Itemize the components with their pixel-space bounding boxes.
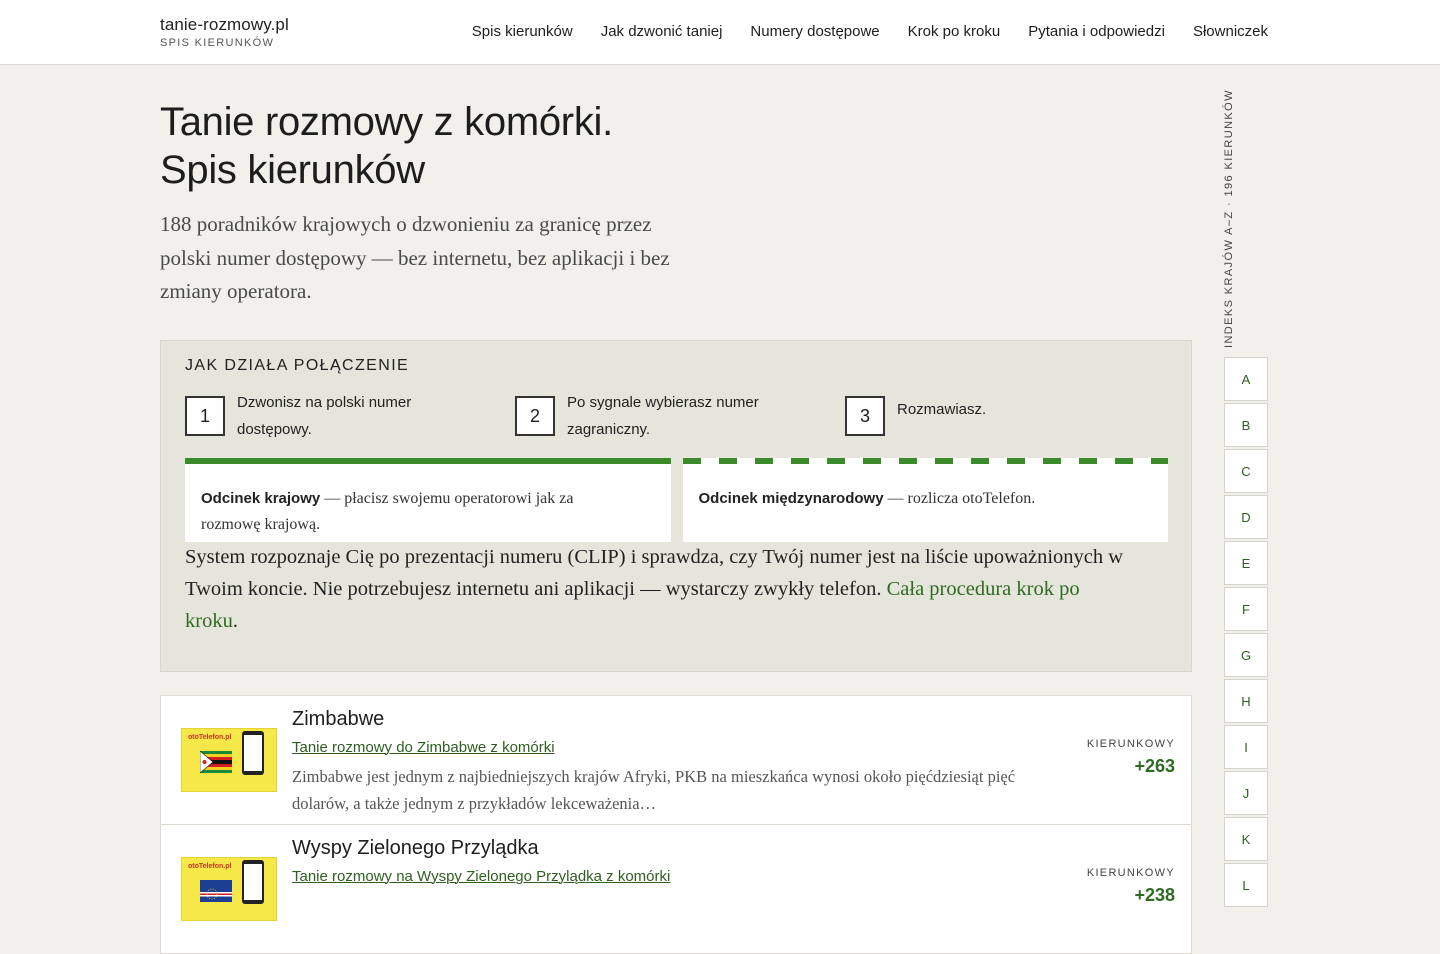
country-index: A B C D E F G H I J K L xyxy=(1224,357,1268,909)
index-letter-g[interactable]: G xyxy=(1224,633,1268,677)
nav-jak-dzwonic-taniej[interactable]: Jak dzwonić taniej xyxy=(601,23,723,40)
country-index-label: INDEKS KRAJÓW A–Z · 196 KIERUNKÓW xyxy=(1223,89,1235,348)
phone-icon xyxy=(242,860,264,904)
how-it-works-box: JAK DZIAŁA POŁĄCZENIE 1 Dzwonisz na pols… xyxy=(160,340,1192,672)
step-2: 2 Po sygnale wybierasz numer zagraniczny… xyxy=(515,389,845,443)
step-number: 1 xyxy=(185,396,225,436)
segment-domestic-title: Odcinek krajowy xyxy=(201,490,321,507)
country-list: otoTelefon.pl Zimbabwe Tanie rozmowy do … xyxy=(160,695,1192,954)
brand-subtitle: SPIS KIERUNKÓW xyxy=(160,37,275,49)
index-letter-c[interactable]: C xyxy=(1224,449,1268,493)
dial-code: +263 xyxy=(1134,756,1175,776)
nav-pytania-i-odpowiedzi[interactable]: Pytania i odpowiedzi xyxy=(1028,23,1165,40)
site-header: tanie-rozmowy.pl SPIS KIERUNKÓW Spis kie… xyxy=(0,0,1440,65)
index-letter-h[interactable]: H xyxy=(1224,679,1268,723)
index-letter-a[interactable]: A xyxy=(1224,357,1268,401)
segment-intl-text: — rozlicza otoTelefon. xyxy=(883,490,1036,507)
country-description: Zimbabwe jest jednym z najbiedniejszych … xyxy=(292,767,1016,813)
country-thumbnail[interactable]: otoTelefon.pl xyxy=(181,728,277,792)
page-title-line1: Tanie rozmowy z komórki. xyxy=(160,100,613,144)
step-number: 2 xyxy=(515,396,555,436)
segment-domestic: Odcinek krajowy — płacisz swojemu operat… xyxy=(185,458,671,542)
nav-slowniczek[interactable]: Słowniczek xyxy=(1193,23,1268,40)
call-segments: Odcinek krajowy — płacisz swojemu operat… xyxy=(185,458,1168,542)
dial-code-block: KIERUNKOWY +263 xyxy=(1087,738,1175,777)
dial-code-label: KIERUNKOWY xyxy=(1086,738,1175,750)
phone-icon xyxy=(242,731,264,775)
country-name: Zimbabwe xyxy=(292,708,385,730)
segment-international: Odcinek międzynarodowy — rozlicza otoTel… xyxy=(682,458,1168,542)
step-text: Rozmawiasz. xyxy=(897,401,987,418)
index-letter-k[interactable]: K xyxy=(1224,817,1268,861)
segment-intl-title: Odcinek międzynarodowy xyxy=(698,490,884,507)
index-letter-b[interactable]: B xyxy=(1224,403,1268,447)
list-item: otoTelefon.pl Zimbabwe Tanie rozmowy do … xyxy=(160,695,1192,825)
index-letter-j[interactable]: J xyxy=(1224,771,1268,815)
country-guide-link[interactable]: Tanie rozmowy na Wyspy Zielonego Przyląd… xyxy=(292,868,670,885)
nav-krok-po-kroku[interactable]: Krok po kroku xyxy=(908,23,1001,40)
country-name: Wyspy Zielonego Przylądka xyxy=(292,837,539,859)
index-letter-e[interactable]: E xyxy=(1224,541,1268,585)
page-title-line2: Spis kierunków xyxy=(160,148,425,192)
index-letter-i[interactable]: I xyxy=(1224,725,1268,769)
how-it-works-heading: JAK DZIAŁA POŁĄCZENIE xyxy=(185,357,410,374)
site-logo[interactable]: tanie-rozmowy.pl SPIS KIERUNKÓW xyxy=(160,15,289,49)
country-thumbnail[interactable]: otoTelefon.pl xyxy=(181,857,277,921)
page-title: Tanie rozmowy z komórki. Spis kierunków xyxy=(160,98,780,194)
step-text: Po sygnale wybierasz numer zagraniczny. xyxy=(567,394,759,438)
step-number: 3 xyxy=(845,396,885,436)
index-letter-l[interactable]: L xyxy=(1224,863,1268,907)
nav-numery-dostepowe[interactable]: Numery dostępowe xyxy=(750,23,879,40)
step-text: Dzwonisz na polski numer dostępowy. xyxy=(237,394,412,438)
dial-code: +238 xyxy=(1134,885,1175,905)
paragraph-end: . xyxy=(232,610,238,632)
dial-code-label: KIERUNKOWY xyxy=(1086,867,1175,879)
zimbabwe-flag-icon xyxy=(200,751,232,773)
nav-spis-kierunkow[interactable]: Spis kierunków xyxy=(472,23,573,40)
main-nav: Spis kierunków Jak dzwonić taniej Numery… xyxy=(472,23,1268,40)
otoTelefon-logo: otoTelefon.pl xyxy=(188,863,232,870)
otoTelefon-logo: otoTelefon.pl xyxy=(188,734,232,741)
index-letter-d[interactable]: D xyxy=(1224,495,1268,539)
country-guide-link[interactable]: Tanie rozmowy do Zimbabwe z komórki xyxy=(292,739,555,756)
index-letter-f[interactable]: F xyxy=(1224,587,1268,631)
cape-verde-flag-icon xyxy=(200,880,232,902)
page-lead: 188 poradników krajowych o dzwonieniu za… xyxy=(160,212,670,303)
step-1: 1 Dzwonisz na polski numer dostępowy. xyxy=(185,389,515,443)
step-3: 3 Rozmawiasz. xyxy=(845,389,1175,443)
steps: 1 Dzwonisz na polski numer dostępowy. 2 … xyxy=(185,389,1175,443)
brand-name: tanie-rozmowy.pl xyxy=(160,15,289,34)
dial-code-block: KIERUNKOWY +238 xyxy=(1087,867,1175,906)
list-item: otoTelefon.pl Wyspy Zielonego Przylądka … xyxy=(160,824,1192,954)
how-it-works-paragraph: System rozpoznaje Cię po prezentacji num… xyxy=(185,541,1135,637)
